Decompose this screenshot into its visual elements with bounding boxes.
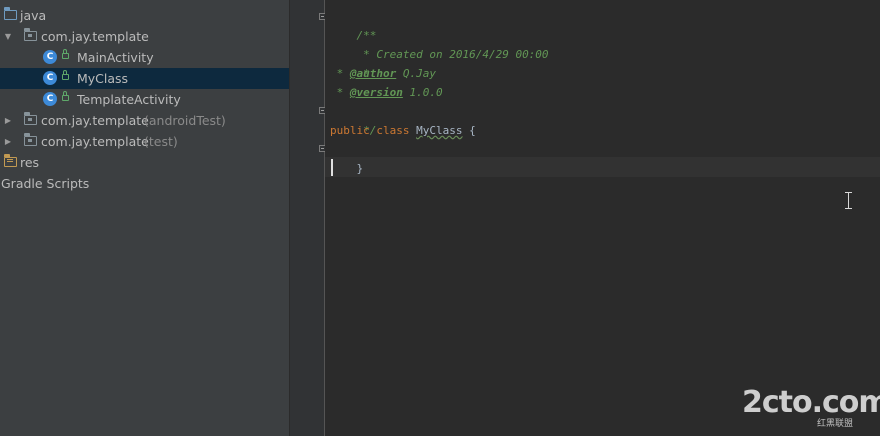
tree-item-label: com.jay.template — [41, 134, 149, 149]
source-folder-icon — [3, 7, 17, 20]
resource-folder-icon — [3, 154, 17, 167]
expand-arrow-icon[interactable]: ▶ — [3, 110, 13, 131]
watermark-text: 2cto.com — [742, 385, 880, 420]
watermark-subtext: 红黑联盟 — [817, 419, 854, 429]
tree-item-templateactivity[interactable]: C TemplateActivity — [0, 89, 289, 110]
current-line-highlight — [325, 157, 880, 177]
code-line: public class MyClass { — [330, 121, 476, 140]
package-icon — [23, 28, 37, 41]
expand-arrow-icon[interactable]: ▶ — [3, 131, 13, 152]
tree-item-package[interactable]: ▼ com.jay.template — [0, 26, 289, 47]
tree-item-package-test[interactable]: ▶ com.jay.template (test) — [0, 131, 289, 152]
tree-item-label: res — [20, 155, 40, 170]
comment-text: 1.0.0 — [402, 86, 443, 99]
tree-item-label: com.jay.template — [41, 29, 149, 44]
code-line: * — [330, 45, 370, 80]
tree-item-label: TemplateActivity — [77, 92, 181, 107]
keyword: class — [376, 124, 410, 137]
class-icon: C — [43, 50, 57, 64]
comment-text: * Created on 2016/4/29 00:00 — [356, 48, 549, 61]
project-tree-panel: java ▼ com.jay.template C MainActivity C… — [0, 0, 290, 436]
brace: { — [469, 124, 476, 137]
keyword: public — [330, 124, 370, 137]
tree-item-res[interactable]: res — [0, 152, 289, 173]
code-line: } — [330, 140, 364, 175]
package-icon — [23, 133, 37, 146]
tree-item-package-androidtest[interactable]: ▶ com.jay.template (androidTest) — [0, 110, 289, 131]
code-line: * @author Q.Jay — [330, 64, 436, 83]
expand-arrow-icon[interactable]: ▼ — [3, 26, 13, 47]
tree-item-label: java — [20, 8, 47, 23]
lock-icon — [62, 70, 69, 80]
class-icon: C — [43, 92, 57, 106]
comment-text: * — [330, 67, 350, 80]
tree-item-label: Gradle Scripts — [1, 176, 90, 191]
tree-item-label: MainActivity — [77, 50, 154, 65]
package-icon — [23, 112, 37, 125]
code-line: /** — [330, 7, 377, 42]
javadoc-tag: @author — [349, 67, 397, 80]
tree-item-myclass[interactable]: C MyClass — [0, 68, 289, 89]
tree-item-java[interactable]: java — [0, 5, 289, 26]
brace: } — [356, 162, 364, 175]
comment-text: Q.Jay — [396, 67, 436, 80]
editor-gutter[interactable] — [290, 0, 326, 436]
tree-item-gradle-scripts[interactable]: Gradle Scripts — [0, 173, 289, 194]
tree-item-suffix: (test) — [144, 134, 178, 149]
ibeam-cursor-icon — [843, 192, 855, 209]
tree-item-label: com.jay.template — [41, 113, 149, 128]
code-line: * @version 1.0.0 — [330, 83, 443, 102]
tree-item-mainactivity[interactable]: C MainActivity — [0, 47, 289, 68]
javadoc-tag: @version — [349, 86, 403, 99]
watermark-logo: 2cto.com 红黑联盟 — [742, 385, 880, 430]
lock-icon — [62, 91, 69, 101]
class-name: MyClass — [416, 124, 463, 137]
code-line: */ — [330, 102, 376, 137]
code-editor[interactable]: /** * Created on 2016/4/29 00:00 * * @au… — [325, 0, 880, 436]
tree-item-suffix: (androidTest) — [144, 113, 226, 128]
class-icon: C — [43, 71, 57, 85]
code-line: * Created on 2016/4/29 00:00 — [330, 26, 548, 61]
comment-text: * — [330, 86, 350, 99]
tree-item-label: MyClass — [77, 71, 129, 86]
lock-icon — [62, 49, 69, 59]
text-caret — [331, 159, 333, 176]
